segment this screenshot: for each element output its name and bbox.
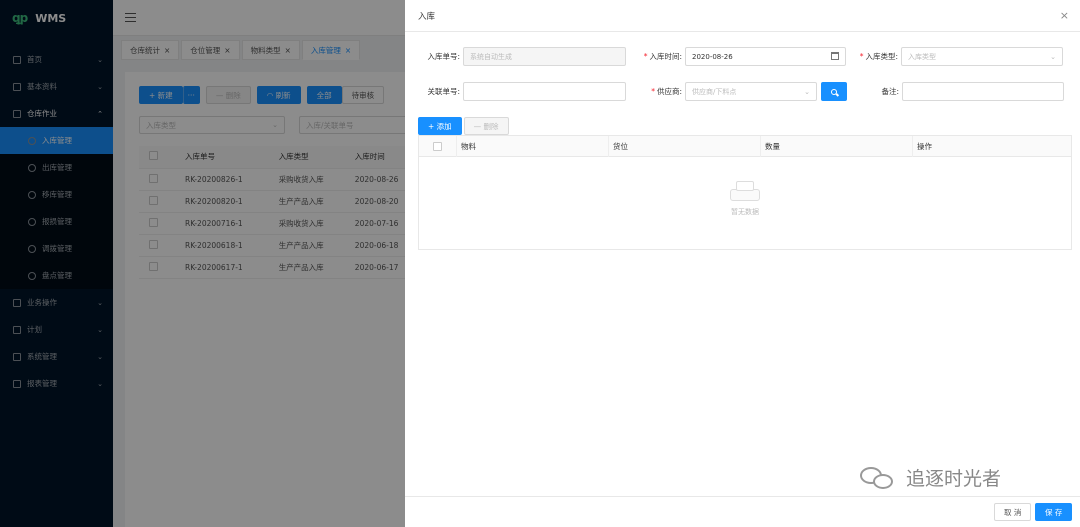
column-header: 数量 [761,135,913,157]
label-text: 入库时间: [649,52,682,61]
label-text: 入库类型: [865,52,898,61]
detail-table-header: 物料 货位 数量 操作 [419,135,1071,157]
save-button[interactable]: 保 存 [1035,503,1073,521]
inbound-drawer: 入库 × 入库单号: 系统自动生成 * 入库时间: 2020-08-26 * 入库类… [405,0,1080,527]
select-all-cell [419,135,457,157]
detail-table: 物料 货位 数量 操作 暂无数据 [418,135,1072,250]
column-header: 物料 [457,135,609,157]
empty-box-icon [730,181,760,201]
cancel-button[interactable]: 取 消 [994,503,1032,521]
label-text: 供应商: [656,87,682,96]
close-icon[interactable]: × [1060,9,1069,22]
select-placeholder: 供应商/下料点 [692,87,737,96]
form-row-1: 入库单号: 系统自动生成 * 入库时间: 2020-08-26 * 入库类型: 入库… [405,47,1063,66]
supplier-search-button[interactable] [821,82,847,101]
chevron-down-icon: ⌄ [1050,52,1056,61]
order-number-label: 入库单号: [427,52,460,61]
drawer-header: 入库 × [405,0,1080,32]
watermark-text: 追逐时光者 [906,468,1002,490]
calendar-icon [831,52,839,60]
reference-number-label: 关联单号: [427,87,460,96]
chevron-down-icon: ⌄ [804,87,810,96]
column-header: 操作 [917,141,932,151]
form-row-2: 关联单号: * 供应商: 供应商/下料点 ⌄ 备注: [405,82,1064,101]
drawer-footer: 取 消 保 存 [405,496,1080,527]
watermark: 追逐时光者 [860,464,1001,491]
required-mark: * [859,52,864,61]
required-mark: * [651,87,655,96]
inbound-type-select[interactable]: 入库类型 ⌄ [901,47,1063,66]
order-number-input[interactable]: 系统自动生成 [463,47,626,66]
required-mark: * [643,52,648,61]
inbound-time-picker[interactable]: 2020-08-26 [685,47,846,66]
wechat-icon [860,465,900,491]
empty-text: 暂无数据 [731,208,759,216]
select-all-checkbox[interactable] [433,141,442,151]
reference-number-input[interactable] [463,82,626,101]
remark-label: 备注: [881,87,899,96]
drawer-title: 入库 [418,11,436,22]
remark-input[interactable] [902,82,1064,101]
empty-state: 暂无数据 [419,181,1071,217]
delete-item-button[interactable]: — 删除 [463,117,509,135]
supplier-select[interactable]: 供应商/下料点 ⌄ [685,82,817,101]
date-value: 2020-08-26 [692,52,733,61]
inbound-time-label: * 入库时间: [626,51,682,62]
inbound-type-label: * 入库类型: [846,51,898,62]
column-header: 货位 [609,135,761,157]
add-item-button[interactable]: + 添加 [418,117,462,135]
select-placeholder: 入库类型 [908,52,936,61]
supplier-label: * 供应商: [626,86,682,97]
detail-toolbar: + 添加 — 删除 [418,117,509,135]
search-icon [831,88,837,95]
